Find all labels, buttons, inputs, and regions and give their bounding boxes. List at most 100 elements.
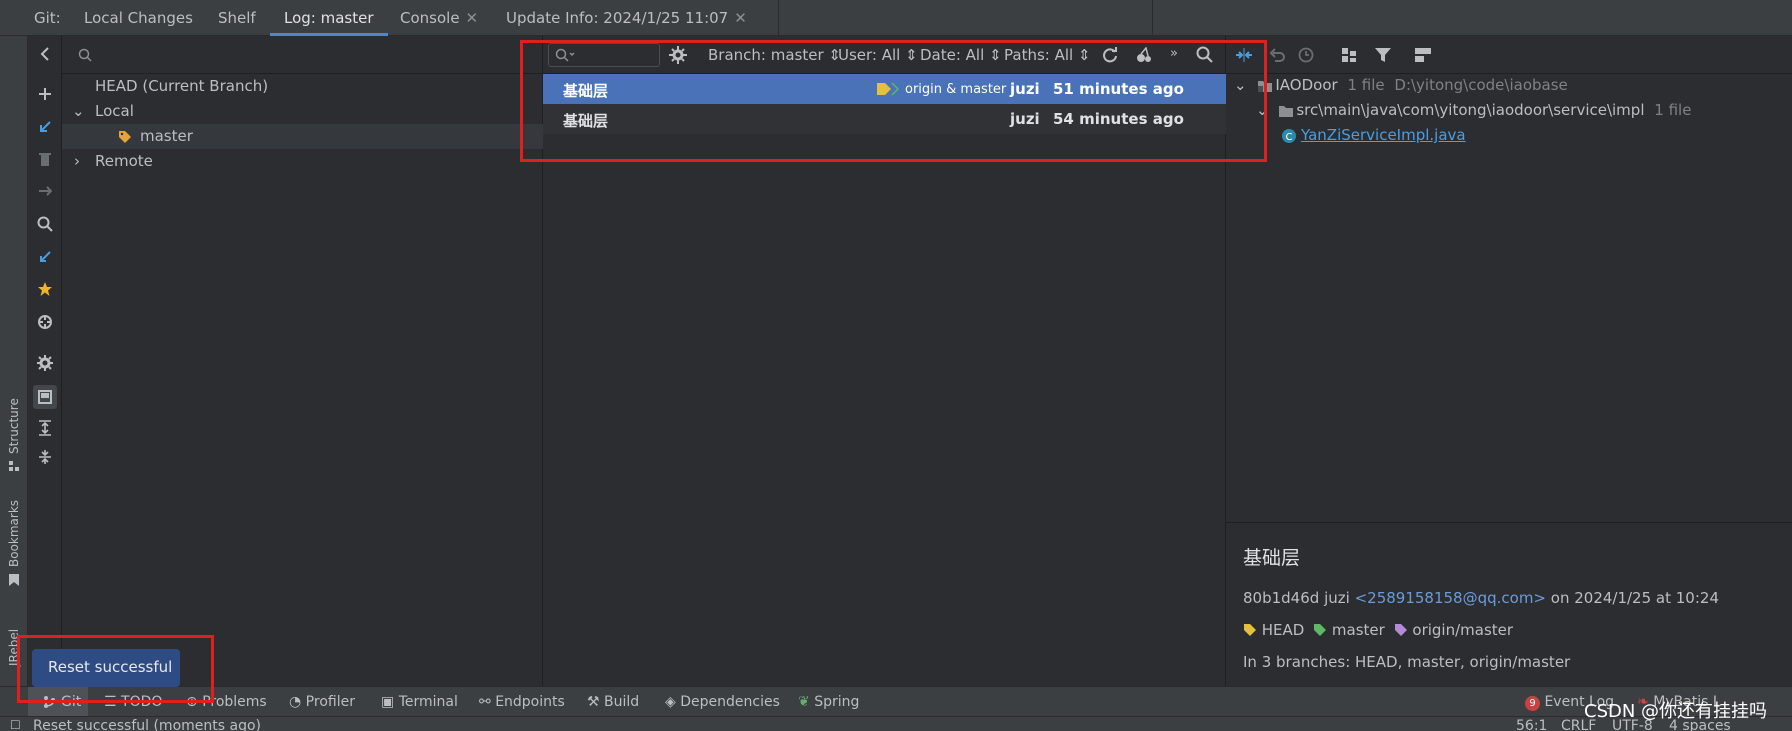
- cherry-pick-icon[interactable]: [1136, 47, 1152, 63]
- structure-icon[interactable]: [8, 460, 20, 472]
- endpoints-tool-button[interactable]: ⚯ Endpoints: [479, 694, 565, 710]
- layout-icon[interactable]: [33, 385, 57, 409]
- root-path: D:\yitong\code\iaobase: [1394, 76, 1568, 94]
- branch-master[interactable]: master: [62, 124, 543, 149]
- filter-icon[interactable]: [1374, 47, 1392, 63]
- changes-root-row[interactable]: ⌄ IAODoor 1 file D:\yitong\code\iaobase: [1234, 76, 1568, 94]
- diff-arrows-icon[interactable]: [1235, 47, 1253, 63]
- layout-preview-icon[interactable]: [1414, 47, 1432, 63]
- expand-all-icon[interactable]: [35, 418, 55, 438]
- status-checkbox-icon[interactable]: ☐: [10, 718, 21, 731]
- details-title: 基础层: [1243, 547, 1301, 569]
- commit-date: on 2024/1/25 at 10:24: [1550, 589, 1719, 607]
- file-name: YanZiServiceImpl.java: [1301, 126, 1466, 144]
- delete-icon[interactable]: [35, 149, 55, 169]
- branch-head[interactable]: HEAD (Current Branch): [62, 74, 543, 99]
- close-icon[interactable]: ✕: [466, 9, 479, 27]
- refresh-icon[interactable]: [1102, 47, 1118, 63]
- profiler-tool-button[interactable]: ◔ Profiler: [289, 694, 355, 710]
- commit-hash[interactable]: 80b1d46d: [1243, 589, 1319, 607]
- star-icon[interactable]: [35, 279, 55, 299]
- paths-filter-label: Paths: All: [1004, 46, 1074, 64]
- commit-row[interactable]: 基础层 juzi 54 minutes ago: [543, 104, 1226, 134]
- chevron-down-icon[interactable]: ⌄: [72, 99, 85, 124]
- tag-icon: [1313, 623, 1327, 637]
- folder-count: 1 file: [1654, 101, 1692, 119]
- terminal-icon: ▣: [381, 694, 395, 710]
- changed-files-panel: ⌄ IAODoor 1 file D:\yitong\code\iaobase …: [1226, 36, 1792, 686]
- changes-folder-row[interactable]: ⌄ src\main\java\com\yitong\iaodoor\servi…: [1256, 101, 1691, 119]
- dependencies-icon: ◈: [665, 694, 676, 710]
- commit-author: juzi: [1324, 589, 1350, 607]
- bookmarks-tool-label[interactable]: Bookmarks: [7, 500, 21, 567]
- commit-message: 基础层: [563, 82, 609, 100]
- checkout-icon[interactable]: [35, 247, 55, 267]
- commit-row[interactable]: 基础层 origin & master juzi 51 minutes ago: [543, 74, 1226, 104]
- tab-console[interactable]: Console ✕: [400, 0, 478, 36]
- tab-update-info[interactable]: Update Info: 2024/1/25 11:07 ✕: [506, 0, 747, 36]
- log-settings-gear-icon[interactable]: [669, 46, 687, 64]
- author-email-link[interactable]: <2589158158@qq.com>: [1355, 589, 1546, 607]
- chevron-down-icon[interactable]: ⌄: [1256, 101, 1269, 119]
- tab-shelf[interactable]: Shelf: [218, 0, 256, 36]
- build-tool-button[interactable]: ⚒ Build: [587, 694, 639, 710]
- dependencies-tool-button[interactable]: ◈ Dependencies: [665, 694, 780, 710]
- settings-gear-icon[interactable]: [35, 353, 55, 373]
- bookmark-icon[interactable]: [8, 573, 20, 587]
- tag-icon: [118, 130, 132, 144]
- git-tool-button[interactable]: Git: [28, 687, 88, 717]
- branch-group-label: Local: [95, 102, 134, 120]
- branch-filter-label: Branch: master: [708, 46, 824, 64]
- revert-icon[interactable]: [1269, 47, 1285, 63]
- branch-group-remote[interactable]: › Remote: [62, 149, 543, 174]
- root-name: IAODoor: [1275, 76, 1338, 94]
- target-icon[interactable]: [35, 312, 55, 332]
- search-icon[interactable]: [78, 48, 92, 62]
- paths-filter[interactable]: Paths: All ⇕: [1004, 46, 1091, 64]
- sort-arrows-icon: ⇕: [989, 46, 1002, 64]
- folder-icon: [1278, 105, 1294, 118]
- git-tool-label: Git:: [34, 9, 61, 27]
- update-arrow-icon[interactable]: [35, 117, 55, 137]
- problems-tool-button[interactable]: ⊕ Problems: [186, 694, 267, 710]
- jrebel-tool-label[interactable]: JRebel: [7, 629, 21, 666]
- history-clock-icon[interactable]: [1298, 47, 1314, 63]
- spring-label: Spring: [814, 694, 860, 710]
- chevron-down-icon[interactable]: ⌄: [1234, 76, 1247, 94]
- todo-tool-button[interactable]: ☰ TODO: [104, 694, 162, 710]
- caret-position[interactable]: 56:1: [1516, 718, 1547, 731]
- more-actions-icon[interactable]: »: [1170, 46, 1178, 61]
- collapse-arrow-icon[interactable]: [35, 44, 55, 64]
- compare-icon[interactable]: [35, 181, 55, 201]
- branches-panel: HEAD (Current Branch) ⌄ Local master › R…: [62, 36, 543, 686]
- branch-filter[interactable]: Branch: master ⇕: [708, 46, 841, 64]
- group-by-icon[interactable]: [1341, 47, 1357, 63]
- popup-text: Reset successful: [48, 658, 173, 676]
- collapse-all-icon[interactable]: [35, 447, 55, 467]
- branch-search-row[interactable]: [62, 36, 543, 74]
- bottom-tool-bar: Git ☰ TODO ⊕ Problems ◔ Profiler ▣ Termi…: [0, 686, 1792, 717]
- git-log-side-toolbar: [28, 36, 62, 686]
- changes-toolbar: [1226, 36, 1792, 74]
- user-filter[interactable]: User: All ⇕: [838, 46, 918, 64]
- search-icon[interactable]: [35, 214, 55, 234]
- spring-tool-button[interactable]: ❦ Spring: [798, 694, 859, 710]
- list-icon: ☰: [104, 694, 117, 710]
- reset-successful-popup[interactable]: Reset successful: [32, 649, 180, 687]
- chevron-right-icon[interactable]: ›: [74, 149, 80, 174]
- structure-tool-label[interactable]: Structure: [7, 398, 21, 454]
- tab-log-master[interactable]: Log: master: [270, 0, 388, 36]
- log-search-input[interactable]: [548, 43, 660, 67]
- branch-head-label: HEAD (Current Branch): [95, 77, 269, 95]
- changes-file-row[interactable]: C YanZiServiceImpl.java: [1282, 126, 1466, 144]
- search-icon[interactable]: [1196, 46, 1213, 63]
- tag-icon: [876, 81, 904, 97]
- date-filter[interactable]: Date: All ⇕: [920, 46, 1002, 64]
- branch-group-local[interactable]: ⌄ Local: [62, 99, 543, 124]
- terminal-tool-button[interactable]: ▣ Terminal: [381, 694, 458, 710]
- close-icon[interactable]: ✕: [734, 9, 747, 27]
- plus-icon[interactable]: [35, 84, 55, 104]
- profiler-icon: ◔: [289, 694, 302, 710]
- tab-local-changes[interactable]: Local Changes: [84, 0, 193, 36]
- date-filter-label: Date: All: [920, 46, 985, 64]
